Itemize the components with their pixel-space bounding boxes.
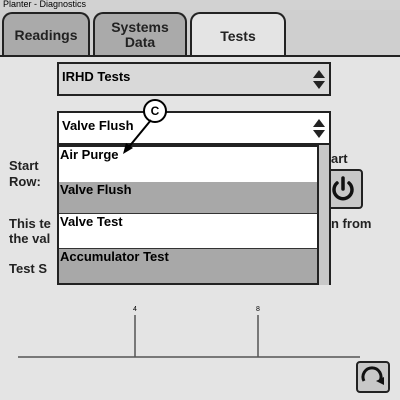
test-options-list: Air Purge Valve Flush Valve Test Accumul… [57, 145, 319, 285]
test-chart: 4 8 [18, 306, 360, 358]
start-row-label-line1: Start [9, 158, 39, 173]
tab-systems-data[interactable]: Systems Data [93, 12, 187, 56]
tick-label-8: 8 [256, 306, 260, 313]
window-title: Planter - Diagnostics [0, 0, 400, 10]
description-line2: the val [9, 231, 51, 246]
test-group-value: IRHD Tests [62, 69, 131, 84]
start-label-fragment: art [331, 151, 348, 166]
up-down-arrows-icon [313, 119, 325, 139]
tab-readings[interactable]: Readings [2, 12, 90, 56]
start-row-label-line2: Row: [9, 174, 41, 189]
up-down-arrows-icon [313, 70, 325, 90]
test-status-label: Test S [9, 261, 48, 276]
option-air-purge[interactable]: Air Purge [59, 147, 317, 182]
description-line1-end: n from [331, 216, 372, 231]
option-valve-test[interactable]: Valve Test [59, 214, 317, 249]
test-group-select[interactable]: IRHD Tests [57, 62, 331, 96]
option-valve-flush[interactable]: Valve Flush [59, 182, 317, 217]
description-line1: This te [9, 216, 51, 231]
callout-leader-arrow [123, 119, 152, 154]
tick-label-4: 4 [133, 306, 137, 313]
refresh-button[interactable] [356, 361, 390, 393]
tab-tests[interactable]: Tests [190, 12, 286, 58]
refresh-icon [361, 366, 384, 385]
list-scrollbar[interactable] [319, 145, 331, 285]
option-accumulator-test[interactable]: Accumulator Test [59, 249, 317, 283]
tab-strip: Readings Systems Data Tests [0, 10, 400, 58]
test-select[interactable]: Valve Flush [57, 111, 331, 145]
